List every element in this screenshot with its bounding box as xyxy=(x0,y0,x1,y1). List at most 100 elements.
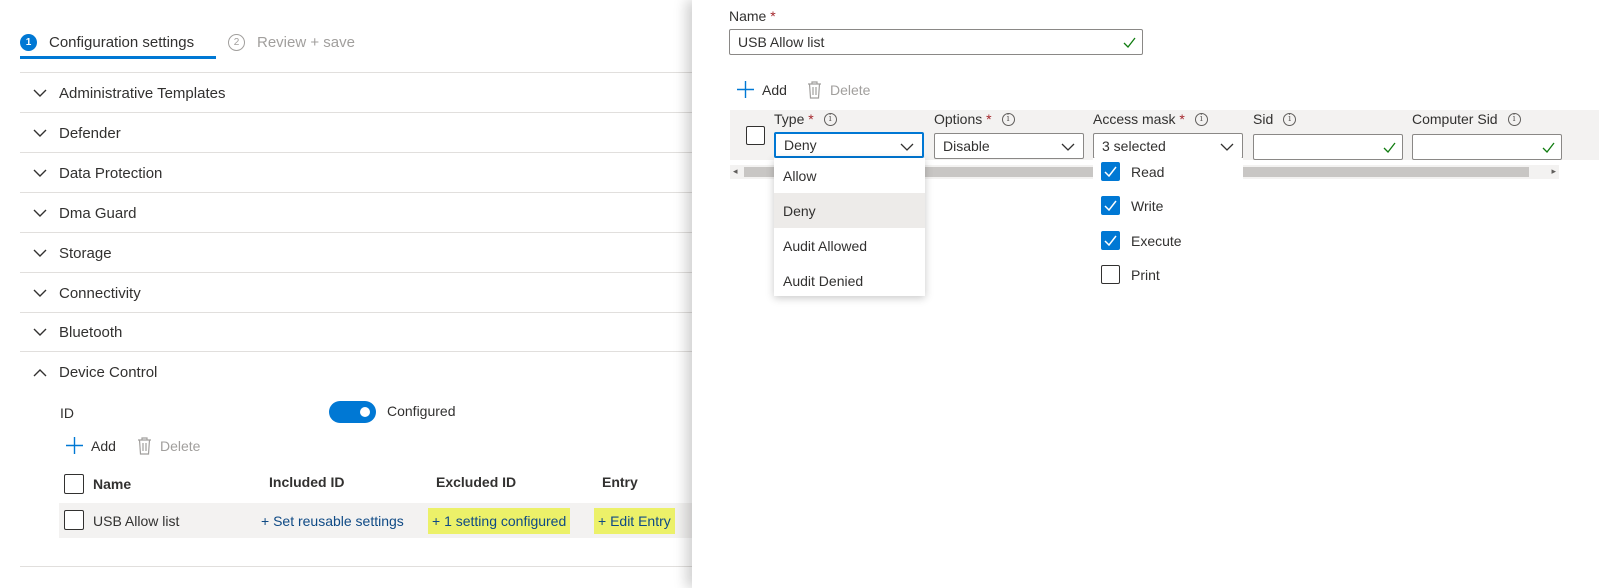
options-dropdown[interactable]: Disable xyxy=(934,133,1084,159)
add-button[interactable]: Add xyxy=(66,437,116,454)
trash-icon xyxy=(138,437,151,455)
name-input-value: USB Allow list xyxy=(738,34,825,50)
column-header-entry: Entry xyxy=(602,474,638,490)
name-field-label: Name * xyxy=(729,8,776,24)
excluded-id-configured-link[interactable]: + 1 setting configured xyxy=(428,508,571,534)
set-reusable-settings-link[interactable]: + Set reusable settings xyxy=(261,513,404,529)
column-header-computer-sid: Computer Sid i xyxy=(1412,111,1521,127)
checkmark-icon xyxy=(1104,200,1117,211)
section-storage[interactable]: Storage xyxy=(20,233,692,273)
edit-entry-link[interactable]: + Edit Entry xyxy=(594,508,675,534)
chevron-up-icon xyxy=(33,365,47,379)
id-setting-label: ID xyxy=(60,405,74,421)
divider xyxy=(20,566,692,567)
id-configured-toggle[interactable] xyxy=(329,401,376,423)
required-asterisk: * xyxy=(808,111,814,127)
execute-checkbox[interactable] xyxy=(1101,231,1120,250)
select-all-checkbox[interactable] xyxy=(64,474,84,494)
checkmark-icon xyxy=(1383,142,1396,153)
section-label: Dma Guard xyxy=(59,204,137,222)
column-header-excluded-id: Excluded ID xyxy=(436,474,517,490)
access-mask-dropdown-list: Read Write Execute Print xyxy=(1093,158,1243,293)
entry-select-checkbox[interactable] xyxy=(746,126,765,145)
step-2-label: Review + save xyxy=(257,33,355,51)
access-option-label: Write xyxy=(1131,197,1164,214)
panel-add-label: Add xyxy=(762,81,787,98)
required-asterisk: * xyxy=(986,111,992,127)
section-defender[interactable]: Defender xyxy=(20,113,692,153)
checkmark-icon xyxy=(1104,166,1117,177)
toggle-knob xyxy=(360,407,370,417)
info-icon[interactable]: i xyxy=(1283,112,1297,126)
row-name: USB Allow list xyxy=(93,513,180,529)
name-label-text: Name xyxy=(729,8,767,24)
delete-button[interactable]: Delete xyxy=(137,437,200,455)
required-asterisk: * xyxy=(770,8,776,24)
checkmark-icon xyxy=(1542,142,1555,153)
info-icon[interactable]: i xyxy=(823,112,837,126)
type-option-audit-allowed[interactable]: Audit Allowed xyxy=(774,228,925,263)
access-option-write[interactable]: Write xyxy=(1101,196,1163,215)
chevron-down-icon xyxy=(33,286,47,300)
column-label: Sid xyxy=(1253,111,1274,127)
section-label: Device Control xyxy=(59,363,158,381)
section-connectivity[interactable]: Connectivity xyxy=(20,273,692,313)
access-mask-dropdown[interactable]: 3 selected xyxy=(1093,133,1243,159)
section-administrative-templates[interactable]: Administrative Templates xyxy=(20,73,692,113)
column-label: Options xyxy=(934,111,983,127)
chevron-down-icon xyxy=(33,126,47,140)
info-icon[interactable]: i xyxy=(1507,112,1521,126)
toggle-state-label: Configured xyxy=(387,403,456,419)
scroll-left-arrow-icon[interactable]: ◂ xyxy=(733,166,738,177)
write-checkbox[interactable] xyxy=(1101,196,1120,215)
column-label: Type xyxy=(774,111,805,127)
sid-input[interactable] xyxy=(1253,134,1403,160)
section-label: Bluetooth xyxy=(59,323,123,341)
trash-icon xyxy=(808,81,821,99)
section-label: Defender xyxy=(59,124,121,142)
chevron-down-icon xyxy=(33,86,47,100)
step-configuration-settings[interactable]: 1 Configuration settings xyxy=(20,31,194,53)
info-icon[interactable]: i xyxy=(1001,112,1015,126)
type-option-audit-denied[interactable]: Audit Denied xyxy=(774,263,925,298)
column-label: Computer Sid xyxy=(1412,111,1498,127)
plus-icon xyxy=(66,437,83,454)
step-review-save[interactable]: 2 Review + save xyxy=(228,31,355,53)
options-dropdown-value: Disable xyxy=(943,138,990,154)
section-data-protection[interactable]: Data Protection xyxy=(20,153,692,193)
checkmark-icon xyxy=(1104,235,1117,246)
panel-delete-button[interactable]: Delete xyxy=(807,81,870,99)
type-dropdown[interactable]: Deny xyxy=(774,132,924,158)
type-option-allow[interactable]: Allow xyxy=(774,158,925,193)
section-label: Data Protection xyxy=(59,164,163,182)
chevron-down-icon xyxy=(1220,143,1234,151)
type-dropdown-list: Allow Deny Audit Allowed Audit Denied xyxy=(774,158,925,296)
computer-sid-input[interactable] xyxy=(1412,134,1562,160)
access-option-label: Print xyxy=(1131,266,1160,283)
type-option-deny[interactable]: Deny xyxy=(774,193,925,228)
chevron-down-icon xyxy=(900,143,914,151)
type-dropdown-value: Deny xyxy=(784,137,817,153)
section-device-control[interactable]: Device Control xyxy=(20,352,692,392)
access-mask-dropdown-value: 3 selected xyxy=(1102,138,1166,154)
chevron-down-icon xyxy=(33,325,47,339)
section-label: Connectivity xyxy=(59,284,141,302)
info-icon[interactable]: i xyxy=(1194,112,1208,126)
access-option-read[interactable]: Read xyxy=(1101,162,1164,181)
step-1-number: 1 xyxy=(20,33,37,51)
chevron-down-icon xyxy=(33,246,47,260)
access-option-label: Execute xyxy=(1131,232,1182,249)
section-dma-guard[interactable]: Dma Guard xyxy=(20,193,692,233)
access-option-label: Read xyxy=(1131,163,1165,180)
access-option-execute[interactable]: Execute xyxy=(1101,231,1182,250)
read-checkbox[interactable] xyxy=(1101,162,1120,181)
panel-add-button[interactable]: Add xyxy=(737,81,787,98)
row-checkbox[interactable] xyxy=(64,510,84,530)
print-checkbox[interactable] xyxy=(1101,265,1120,284)
access-option-print[interactable]: Print xyxy=(1101,265,1160,284)
column-label: Access mask xyxy=(1093,111,1176,127)
panel-delete-label: Delete xyxy=(830,82,871,98)
scroll-right-arrow-icon[interactable]: ▸ xyxy=(1551,166,1556,177)
name-input[interactable]: USB Allow list xyxy=(729,29,1143,55)
section-bluetooth[interactable]: Bluetooth xyxy=(20,312,692,352)
